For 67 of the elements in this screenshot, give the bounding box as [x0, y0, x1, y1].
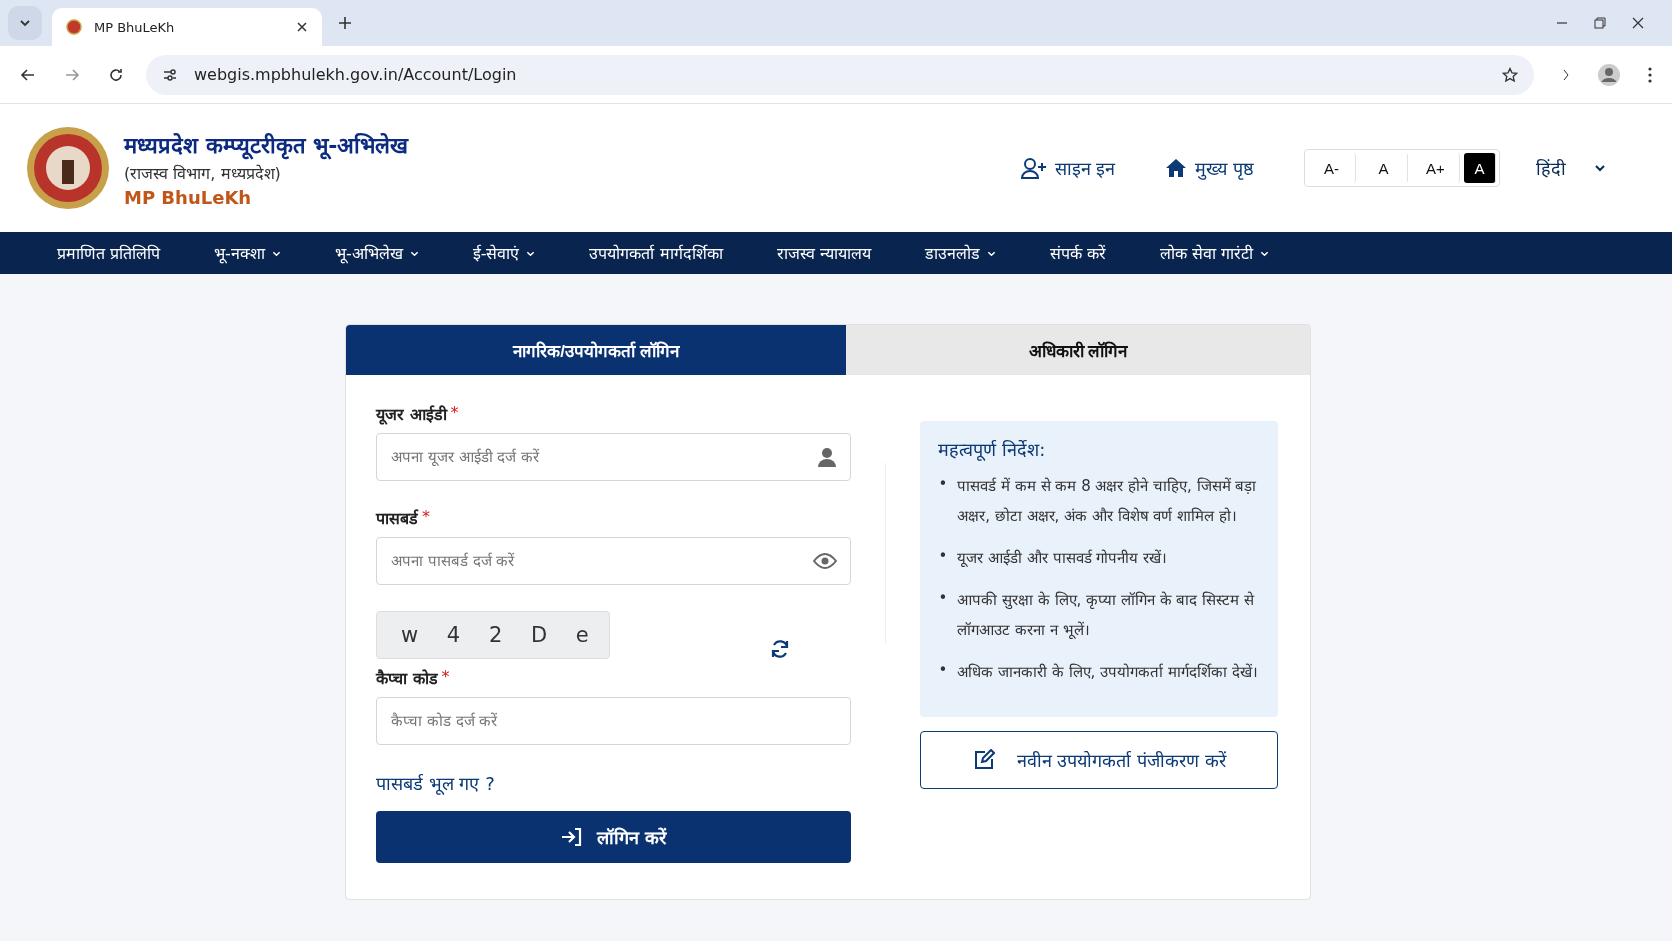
- required-mark: *: [422, 507, 430, 526]
- nav-item[interactable]: उपयोगकर्ता मार्गदर्शिका: [589, 242, 723, 264]
- field-label: कैप्चा कोड: [376, 668, 438, 689]
- field-label: यूजर आईडी: [376, 404, 447, 425]
- instruction-item: अधिक जानकारी के लिए, उपयोगकर्ता मार्गदर्शिका देखें।: [957, 662, 1258, 683]
- site-subtitle: (राजस्व विभाग, मध्यप्रदेश): [124, 162, 282, 184]
- site-settings-icon[interactable]: [162, 66, 178, 83]
- eye-icon[interactable]: [813, 553, 838, 569]
- field-label: पासबर्ड: [376, 508, 418, 529]
- url-text: webgis.mpbhulekh.gov.in/Account/Login: [194, 65, 517, 84]
- instruction-item: यूजर आईडी और पासवर्ड गोपनीय रखें।: [957, 548, 1168, 569]
- tab-list-button[interactable]: [8, 6, 42, 40]
- restore-icon[interactable]: [1594, 17, 1606, 29]
- required-mark: *: [441, 667, 450, 686]
- font-size-button[interactable]: A: [1464, 153, 1496, 183]
- forgot-password-link[interactable]: पासबर्ड भूल गए ?: [376, 771, 852, 795]
- forward-icon[interactable]: [64, 66, 80, 83]
- input-field[interactable]: कैप्चा कोड दर्ज करें: [376, 697, 852, 745]
- nav-item[interactable]: ई-सेवाएं: [472, 242, 536, 264]
- register-button[interactable]: नवीन उपयोगकर्ता पंजीकरण करें: [920, 731, 1278, 789]
- profile-icon[interactable]: [1598, 63, 1620, 86]
- bullet: •: [938, 474, 948, 495]
- input-field[interactable]: अपना पासबर्ड दर्ज करें: [376, 537, 852, 585]
- back-icon[interactable]: [20, 66, 36, 83]
- language-select[interactable]: हिंदी: [1530, 155, 1612, 181]
- user-icon: [817, 447, 838, 467]
- tab-title: MP BhuLeKh: [94, 19, 176, 35]
- star-icon[interactable]: [1502, 66, 1518, 83]
- site-title: मध्यप्रदेश कम्प्यूटरीकृत भू-अभिलेख: [124, 131, 409, 159]
- reload-icon[interactable]: [108, 66, 124, 83]
- browser-tab[interactable]: MP BhuLeKh: [52, 8, 322, 46]
- instruction-item: आपकी सुरक्षा के लिए, कृप्या लॉगिन के बाद सिस्टम से लॉगआउट करना न भूलें।: [957, 590, 1256, 641]
- address-bar[interactable]: webgis.mpbhulekh.gov.in/Account/Login: [146, 54, 1534, 95]
- nav-item[interactable]: लोक सेवा गारंटी: [1159, 242, 1269, 264]
- home-link[interactable]: मुख्य पृष्ठ: [1165, 156, 1254, 180]
- login-tab[interactable]: अधिकारी लॉगिन: [846, 325, 1310, 375]
- nav-item[interactable]: भू-अभिलेख: [334, 242, 419, 264]
- more-menu-icon[interactable]: [1648, 66, 1652, 83]
- close-window-icon[interactable]: [1632, 17, 1644, 29]
- bullet: •: [938, 660, 948, 681]
- new-tab-icon[interactable]: [338, 16, 352, 30]
- bullet: •: [938, 588, 948, 609]
- instruction-item: पासवर्ड में कम से कम 8 अक्षर होने चाहिए, जिसमें बड़ा अक्षर, छोटा अक्षर, अंक और विशेष वर्ण शामिल हो।: [957, 476, 1258, 527]
- chevron-down-icon: [1594, 162, 1606, 174]
- nav-item[interactable]: डाउनलोड: [924, 242, 996, 264]
- emblem-icon: [66, 19, 82, 35]
- input-field[interactable]: अपना यूजर आईडी दर्ज करें: [376, 433, 852, 481]
- edit-icon: [972, 749, 995, 771]
- instructions-title: महत्वपूर्ण निर्देश:: [938, 438, 1047, 461]
- login-button[interactable]: लॉगिन करें: [376, 811, 852, 863]
- captcha-image: w 4 2 D e: [376, 611, 610, 659]
- nav-item[interactable]: संपर्क करें: [1049, 242, 1106, 264]
- login-tab[interactable]: नागरिक/उपयोगकर्ता लॉगिन: [346, 325, 846, 375]
- close-icon[interactable]: [296, 21, 308, 33]
- required-mark: *: [450, 403, 459, 422]
- nav-item[interactable]: भू-नक्शा: [214, 242, 281, 264]
- brand-name: MP BhuLeKh: [124, 186, 253, 208]
- sidebar-icon[interactable]: [1562, 67, 1570, 82]
- bullet: •: [938, 546, 948, 567]
- nav-item[interactable]: राजस्व न्यायालय: [776, 242, 871, 264]
- home-icon: [1165, 158, 1188, 178]
- sign-in-link[interactable]: साइन इन: [1020, 156, 1116, 180]
- nav-item[interactable]: प्रमाणित प्रतिलिपि: [57, 242, 161, 264]
- add-user-icon: [1020, 157, 1047, 179]
- chevron-down-icon: [19, 17, 31, 29]
- sign-in-icon: [561, 827, 584, 847]
- refresh-icon[interactable]: [770, 639, 790, 659]
